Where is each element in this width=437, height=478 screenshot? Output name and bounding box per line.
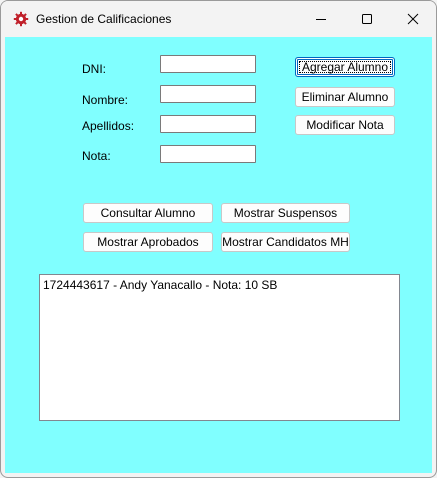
modificar-nota-button[interactable]: Modificar Nota [295,115,395,135]
dni-label: DNI: [82,62,106,76]
list-item[interactable]: 1724443617 - Andy Yanacallo - Nota: 10 S… [43,278,277,292]
nota-field[interactable] [160,145,256,163]
modificar-nota-label: Modificar Nota [306,118,384,132]
nombre-label: Nombre: [82,93,129,107]
mostrar-suspensos-button[interactable]: Mostrar Suspensos [221,203,350,223]
eliminar-alumno-label: Eliminar Alumno [301,90,389,104]
maximize-icon [362,14,372,24]
eliminar-alumno-button[interactable]: Eliminar Alumno [295,87,395,107]
agregar-alumno-button[interactable]: Agregar Alumno [295,57,395,77]
consultar-alumno-button[interactable]: Consultar Alumno [83,203,213,223]
mostrar-candidatos-mh-label: Mostrar Candidatos MH [222,235,349,249]
minimize-button[interactable] [298,1,344,37]
form-client-area: DNI: Nombre: Apellidos: Nota: Agregar Al… [5,37,432,473]
results-listbox[interactable]: 1724443617 - Andy Yanacallo - Nota: 10 S… [39,274,400,421]
mostrar-suspensos-label: Mostrar Suspensos [233,206,338,220]
close-icon [407,13,419,25]
nombre-field[interactable] [160,85,256,103]
maximize-button[interactable] [344,1,390,37]
gear-icon [13,11,29,27]
mostrar-candidatos-mh-button[interactable]: Mostrar Candidatos MH [221,232,350,252]
mostrar-aprobados-button[interactable]: Mostrar Aprobados [83,232,213,252]
minimize-icon [316,19,326,20]
title-bar[interactable]: Gestion de Calificaciones [1,1,436,37]
apellidos-field[interactable] [160,115,256,133]
dni-field[interactable] [160,55,256,73]
window-title: Gestion de Calificaciones [36,12,172,26]
app-window: Gestion de Calificaciones DNI: Nombre: A… [0,0,437,478]
consultar-alumno-label: Consultar Alumno [100,206,196,220]
mostrar-aprobados-label: Mostrar Aprobados [97,235,199,249]
close-button[interactable] [390,1,436,37]
nota-label: Nota: [82,149,111,163]
focus-indicator [299,61,391,73]
apellidos-label: Apellidos: [82,119,135,133]
